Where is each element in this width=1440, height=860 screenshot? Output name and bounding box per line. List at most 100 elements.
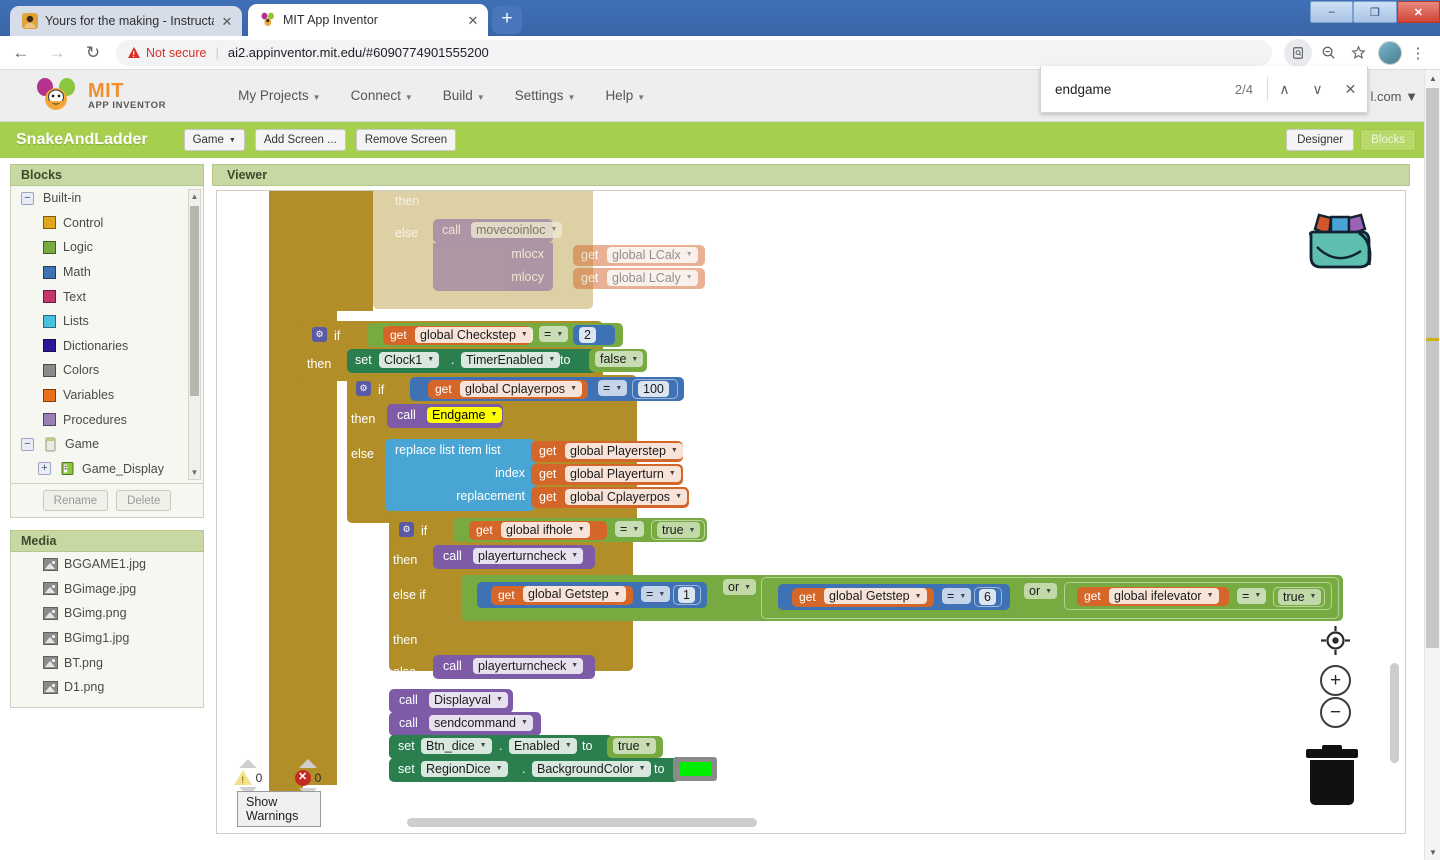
number-block-100[interactable]: 100 <box>632 379 678 399</box>
browser-tab-1[interactable]: MIT App Inventor ✕ <box>248 4 488 36</box>
component-dropdown[interactable]: Clock1 ▼ <box>379 351 440 368</box>
get-playerstep-block[interactable]: get global Playerstep ▼ <box>531 441 683 462</box>
media-item[interactable]: BGimg.png <box>11 601 203 626</box>
zoom-out-button[interactable]: − <box>1320 697 1351 728</box>
window-restore-button[interactable]: ❐ <box>1353 1 1397 23</box>
get-cplayerpos-block[interactable]: get global Cplayerpos ▼ <box>428 380 588 399</box>
call-playerturncheck-block-1[interactable]: call playerturncheck ▼ <box>433 545 595 569</box>
workspace-horizontal-scrollbar[interactable] <box>407 818 757 827</box>
collapse-icon[interactable]: − <box>21 191 34 205</box>
forward-icon[interactable]: → <box>42 38 72 68</box>
palette-item-logic[interactable]: Logic <box>11 235 203 260</box>
palette-item-math[interactable]: Math <box>11 260 203 285</box>
or-expression-outer[interactable]: get global Getstep ▼ = ▼ 1 or ▼ get global … <box>461 575 1343 621</box>
mutator-icon-2[interactable]: ⚙ <box>356 381 371 396</box>
center-blocks-button[interactable] <box>1320 625 1351 661</box>
address-bar[interactable]: ! Not secure | ai2.appinventor.mit.edu/#… <box>116 39 1272 66</box>
mutator-icon-3[interactable]: ⚙ <box>399 522 414 537</box>
menu-build[interactable]: Build ▼ <box>443 88 485 103</box>
or-expression-inner[interactable]: get global Getstep ▼ = ▼ 6 or ▼ get global … <box>761 577 1339 619</box>
reading-mode-icon[interactable] <box>1284 38 1312 67</box>
expand-icon[interactable]: + <box>38 462 51 476</box>
find-prev-button[interactable]: ∧ <box>1268 73 1301 106</box>
scroll-down-icon[interactable]: ▼ <box>189 466 200 479</box>
variable-dropdown[interactable]: global Checkstep ▼ <box>415 326 533 343</box>
number-value[interactable]: 2 <box>579 326 596 343</box>
procedure-name-dropdown[interactable]: movecoinloc ▼ <box>471 221 563 238</box>
property-dropdown[interactable]: Enabled ▼ <box>509 737 577 754</box>
control-spine-outer[interactable] <box>269 191 303 803</box>
boolean-true-block-1[interactable]: true ▼ <box>651 520 705 540</box>
call-movecoinloc-block[interactable]: call movecoinloc ▼ <box>433 219 563 243</box>
variable-dropdown[interactable]: global Cplayerpos ▼ <box>565 488 687 505</box>
property-dropdown[interactable]: TimerEnabled ▼ <box>461 351 561 368</box>
color-block[interactable] <box>673 757 717 781</box>
equals-getstep-1-block[interactable]: get global Getstep ▼ = ▼ 1 <box>477 582 707 608</box>
workspace-canvas[interactable]: then else call movecoinloc ▼ mlocx mlocy … <box>217 191 1405 833</box>
screen-selector-button[interactable]: Game ▼ <box>183 129 245 151</box>
get-playerturn-block[interactable]: get global Playerturn ▼ <box>531 464 683 485</box>
media-item[interactable]: BT.png <box>11 650 203 675</box>
reload-icon[interactable]: ↻ <box>78 38 108 68</box>
comparison-operator-dropdown[interactable]: = ▼ <box>598 380 628 396</box>
number-value[interactable]: 1 <box>678 587 695 603</box>
new-tab-button[interactable]: + <box>492 6 522 34</box>
set-btndice-enabled-block[interactable]: set Btn_dice ▼ . Enabled ▼ to <box>389 735 613 759</box>
control-spine-mid[interactable] <box>303 191 337 785</box>
call-movecoinloc-args[interactable]: mlocx mlocy <box>433 243 553 291</box>
show-warnings-button[interactable]: Show Warnings <box>237 791 321 827</box>
zoom-icon[interactable] <box>1314 39 1342 67</box>
profile-avatar[interactable] <box>1378 40 1402 65</box>
find-close-button[interactable]: ✕ <box>1334 73 1367 106</box>
menu-connect[interactable]: Connect ▼ <box>351 88 413 103</box>
back-icon[interactable]: ← <box>6 38 36 68</box>
get-ifhole-block[interactable]: get global ifhole ▼ <box>469 521 607 540</box>
window-minimize-button[interactable]: – <box>1310 1 1354 23</box>
scroll-up-icon[interactable]: ▲ <box>189 190 200 203</box>
boolean-false-block[interactable]: false ▼ <box>589 349 647 372</box>
variable-dropdown[interactable]: global LCalx ▼ <box>607 246 698 263</box>
get-getstep-block-1[interactable]: get global Getstep ▼ <box>491 585 633 605</box>
palette-item-procedures[interactable]: Procedures <box>11 407 203 432</box>
variable-dropdown[interactable]: global Cplayerpos ▼ <box>460 380 582 397</box>
error-up-arrow-icon[interactable] <box>299 759 317 768</box>
number-value[interactable]: 100 <box>638 381 669 397</box>
get-getstep-block-2[interactable]: get global Getstep ▼ <box>792 587 934 607</box>
component-dropdown[interactable]: RegionDice ▼ <box>421 760 508 777</box>
component-dropdown[interactable]: Btn_dice ▼ <box>421 737 492 754</box>
blocks-workspace[interactable]: then else call movecoinloc ▼ mlocx mlocy … <box>216 190 1406 834</box>
palette-item-colors[interactable]: Colors <box>11 358 203 383</box>
call-sendcommand-block[interactable]: call sendcommand ▼ <box>389 712 541 736</box>
tab-close-icon-1[interactable]: ✕ <box>464 11 482 29</box>
menu-help[interactable]: Help ▼ <box>605 88 645 103</box>
tree-node-builtin[interactable]: − Built-in <box>11 186 203 211</box>
procedure-name-dropdown[interactable]: playerturncheck ▼ <box>473 657 584 674</box>
window-close-button[interactable]: ✕ <box>1396 1 1440 23</box>
tab-close-icon-0[interactable]: ✕ <box>218 12 236 30</box>
procedure-name-dropdown[interactable]: sendcommand ▼ <box>429 714 533 731</box>
warning-up-arrow-icon[interactable] <box>239 759 257 768</box>
trash-icon[interactable] <box>1306 745 1358 805</box>
boolean-dropdown[interactable]: true ▼ <box>1278 588 1322 605</box>
comparison-operator-dropdown[interactable]: = ▼ <box>1237 587 1267 604</box>
comparison-operator-dropdown[interactable]: = ▼ <box>539 326 569 342</box>
number-block-2[interactable]: 2 <box>573 325 615 345</box>
get-lcalx-block[interactable]: get global LCalx ▼ <box>573 245 705 266</box>
variable-dropdown[interactable]: global Playerstep ▼ <box>565 442 683 459</box>
delete-button[interactable]: Delete <box>116 490 172 511</box>
equals-block-1[interactable]: get global Checkstep ▼ = ▼ 2 <box>367 323 623 347</box>
equals-ifelevator-block[interactable]: get global ifelevator ▼ = ▼ true ▼ <box>1064 582 1332 610</box>
number-value[interactable]: 6 <box>979 589 996 605</box>
media-item[interactable]: D1.png <box>11 675 203 700</box>
account-menu[interactable]: l.com ▼ <box>1370 89 1418 104</box>
control-spine-inner[interactable] <box>337 191 373 311</box>
collapse-icon[interactable]: − <box>21 437 34 451</box>
get-cplayerpos2-block[interactable]: get global Cplayerpos ▼ <box>531 487 689 508</box>
comparison-operator-dropdown[interactable]: = ▼ <box>641 586 671 602</box>
boolean-true-block-2[interactable]: true ▼ <box>1273 586 1325 607</box>
or-operator-dropdown-2[interactable]: or ▼ <box>1024 583 1058 599</box>
palette-item-control[interactable]: Control <box>11 211 203 236</box>
palette-item-text[interactable]: Text <box>11 284 203 309</box>
set-clock1-timerenabled-block[interactable]: set Clock1 ▼ . TimerEnabled ▼ to <box>347 349 597 373</box>
get-lcaly-block[interactable]: get global LCaly ▼ <box>573 268 705 289</box>
